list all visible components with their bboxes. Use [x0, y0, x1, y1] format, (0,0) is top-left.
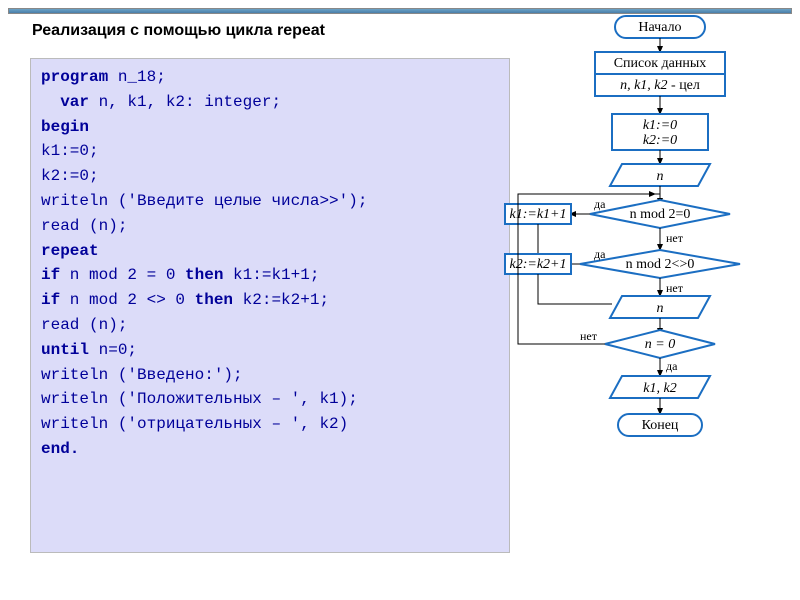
kw-until: until — [41, 341, 89, 359]
label-no1: нет — [666, 231, 684, 245]
label-yes3: да — [666, 359, 678, 373]
kw-if: if — [41, 291, 60, 309]
label-init2: k2:=0 — [643, 133, 677, 148]
code-text: n_18; — [108, 68, 166, 86]
code-text: n mod 2 = 0 — [60, 266, 185, 284]
slide-heading: Реализация с помощью цикла repeat — [32, 22, 342, 40]
code-text: k1:=k1+1; — [223, 266, 319, 284]
flowchart: Начало Список данных n, k1, k2 - цел k1:… — [500, 14, 800, 594]
label-nzero: n = 0 — [645, 337, 675, 352]
kw-end: end. — [41, 440, 79, 458]
code-text: k2:=0; — [41, 167, 99, 185]
label-init1: k1:=0 — [643, 118, 677, 133]
label-modne0: n mod 2<>0 — [626, 257, 695, 272]
kw-repeat: repeat — [41, 242, 99, 260]
label-input-n: n — [657, 169, 664, 184]
code-text: read (n); — [41, 316, 127, 334]
label-mod0: n mod 2=0 — [630, 207, 691, 222]
label-no3: нет — [580, 329, 598, 343]
code-text: writeln ('Введите целые числа>>'); — [41, 192, 367, 210]
kw-if: if — [41, 266, 60, 284]
code-text: writeln ('отрицательных – ', k2) — [41, 415, 348, 433]
code-text: n, k1, k2: integer; — [89, 93, 281, 111]
kw-then: then — [185, 266, 223, 284]
label-datalist: Список данных — [614, 56, 707, 71]
label-output: k1, k2 — [643, 381, 676, 396]
code-text: n mod 2 <> 0 — [60, 291, 194, 309]
label-input-n2: n — [657, 301, 664, 316]
code-text: n=0; — [89, 341, 137, 359]
kw-var: var — [60, 93, 89, 111]
code-text: read (n); — [41, 217, 127, 235]
label-vars: n, k1, k2 - цел — [620, 78, 700, 93]
code-text: writeln ('Положительных – ', k1); — [41, 390, 358, 408]
kw-then: then — [195, 291, 233, 309]
label-no2: нет — [666, 281, 684, 295]
kw-begin: begin — [41, 118, 89, 136]
label-start: Начало — [638, 20, 681, 35]
kw-program: program — [41, 68, 108, 86]
label-end: Конец — [642, 418, 679, 433]
code-listing: program n_18; var n, k1, k2: integer; be… — [30, 58, 510, 553]
label-yes2: да — [594, 247, 606, 261]
label-yes1: да — [594, 197, 606, 211]
code-text: k2:=k2+1; — [233, 291, 329, 309]
code-text: k1:=0; — [41, 142, 99, 160]
code-text: writeln ('Введено:'); — [41, 366, 243, 384]
